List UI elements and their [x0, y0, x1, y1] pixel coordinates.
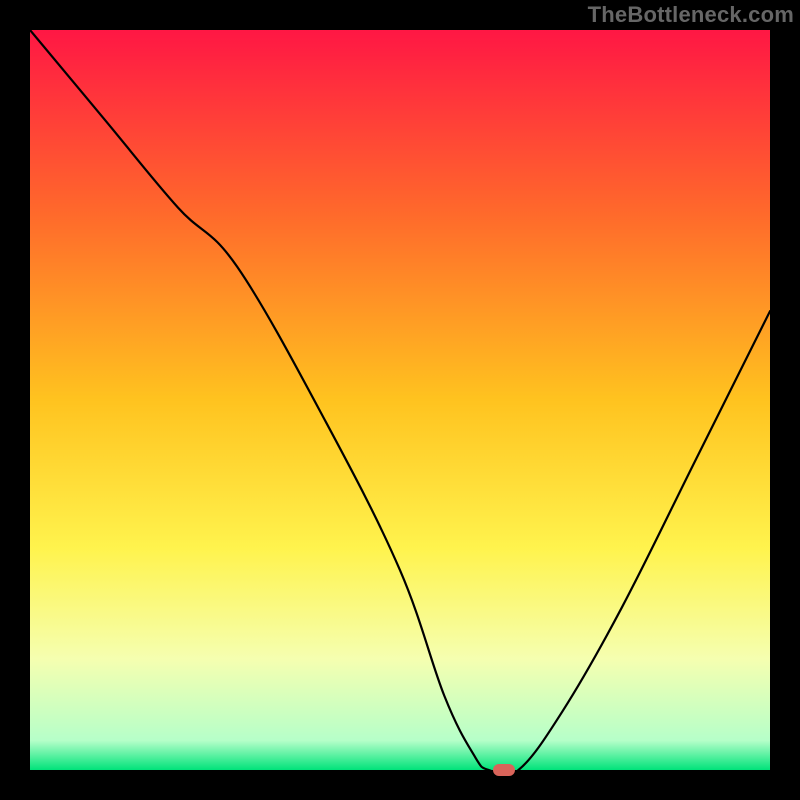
bottleneck-curve — [30, 30, 770, 770]
plot-area — [30, 30, 770, 770]
chart-frame: TheBottleneck.com — [0, 0, 800, 800]
optimal-marker — [493, 764, 515, 776]
watermark-text: TheBottleneck.com — [588, 2, 794, 28]
